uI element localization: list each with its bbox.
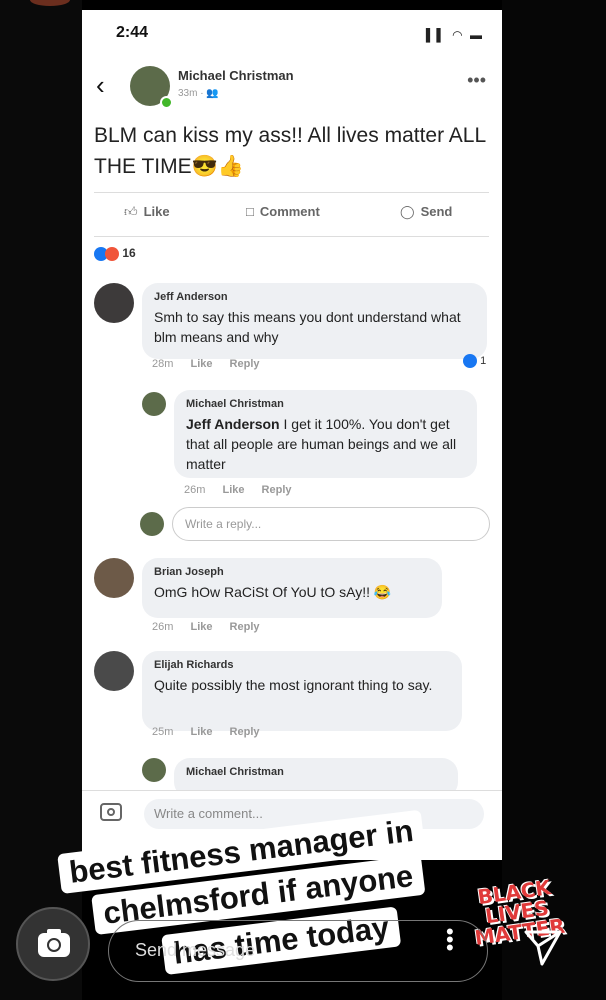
more-options-icon[interactable]: ••• bbox=[446, 921, 454, 959]
post-actions: 👍︎ Like □ Comment ◯ Send bbox=[82, 200, 502, 228]
comment-reply-link[interactable]: Reply bbox=[230, 358, 260, 370]
divider bbox=[94, 236, 489, 237]
send-arrow-icon[interactable] bbox=[522, 926, 564, 968]
comment-reply-link[interactable]: Reply bbox=[230, 621, 260, 633]
commenter-name[interactable]: Michael Christman bbox=[186, 766, 446, 778]
more-options-icon[interactable]: ••• bbox=[467, 70, 486, 91]
send-label: Send bbox=[420, 204, 453, 219]
mention-link[interactable]: Jeff Anderson bbox=[186, 416, 280, 432]
comment-like-link[interactable]: Like bbox=[190, 358, 212, 370]
thumbs-up-icon: 👍︎ bbox=[124, 204, 138, 219]
commenter-avatar[interactable] bbox=[94, 651, 134, 691]
comment-meta: 26m Like Reply bbox=[184, 484, 306, 496]
commenter-avatar[interactable] bbox=[94, 558, 134, 598]
comment-text: Quite possibly the most ignorant thing t… bbox=[154, 677, 433, 693]
comment-meta: 28m Like Reply bbox=[152, 358, 274, 370]
commenter-name[interactable]: Michael Christman bbox=[186, 398, 465, 410]
back-chevron-icon[interactable]: ‹ bbox=[96, 70, 105, 101]
post-header: ‹ Michael Christman 33m · 👥 ••• bbox=[82, 62, 502, 118]
like-label: Like bbox=[143, 204, 170, 219]
story-background-right bbox=[502, 0, 606, 1000]
comment-meta: 25m Like Reply bbox=[152, 726, 274, 738]
comment-like-link[interactable]: Like bbox=[190, 726, 212, 738]
signal-wifi-battery-icon: ▌▌ ◠ ▬ bbox=[425, 28, 484, 42]
comment-reaction-badge[interactable]: 1 bbox=[463, 354, 486, 368]
comment-time: 26m bbox=[184, 484, 206, 496]
send-message-input[interactable]: Send message bbox=[108, 920, 488, 982]
commenter-name[interactable]: Brian Joseph bbox=[154, 566, 430, 578]
like-reaction-icon bbox=[463, 354, 477, 368]
comment-text: Smh to say this means you dont understan… bbox=[154, 309, 461, 345]
commenter-avatar[interactable] bbox=[142, 392, 166, 416]
comment-meta: 26m Like Reply bbox=[152, 621, 274, 633]
commenter-name[interactable]: Jeff Anderson bbox=[154, 291, 475, 303]
like-button[interactable]: 👍︎ Like bbox=[124, 204, 170, 220]
facebook-screenshot: 2:44 ▌▌ ◠ ▬ ‹ Michael Christman 33m · 👥 … bbox=[82, 10, 502, 860]
send-button[interactable]: ◯ Send bbox=[400, 204, 452, 220]
commenter-avatar[interactable] bbox=[142, 758, 166, 782]
comment-time: 28m bbox=[152, 358, 174, 370]
comment-bubble: Jeff Anderson Smh to say this means you … bbox=[142, 283, 487, 359]
status-time: 2:44 bbox=[116, 24, 149, 41]
comment-like-link[interactable]: Like bbox=[222, 484, 244, 496]
comment-like-link[interactable]: Like bbox=[190, 621, 212, 633]
status-bar: 2:44 ▌▌ ◠ ▬ bbox=[82, 10, 502, 58]
camera-icon[interactable] bbox=[100, 803, 122, 821]
comment-text: Jeff Anderson I get it 100%. You don't g… bbox=[186, 414, 465, 474]
comment-reaction-count: 1 bbox=[480, 354, 487, 367]
post-text: BLM can kiss my ass!! All lives matter A… bbox=[94, 124, 486, 178]
reaction-summary[interactable]: 16 bbox=[94, 246, 136, 261]
online-status-icon bbox=[160, 96, 173, 109]
comment-time: 26m bbox=[152, 621, 174, 633]
messenger-icon: ◯ bbox=[400, 204, 415, 219]
comment-time: 25m bbox=[152, 726, 174, 738]
comment-icon: □ bbox=[246, 204, 254, 219]
send-message-placeholder: Send message bbox=[135, 940, 256, 960]
comment-input[interactable]: Write a comment... bbox=[144, 799, 484, 829]
divider bbox=[94, 192, 489, 193]
comment-text: OmG hOw RaCiSt Of YoU tO sAy!! 😂 bbox=[154, 584, 392, 600]
camera-button[interactable] bbox=[16, 907, 90, 981]
comment-bubble: Brian Joseph OmG hOw RaCiSt Of YoU tO sA… bbox=[142, 558, 442, 618]
comment-reply-link[interactable]: Reply bbox=[262, 484, 292, 496]
reply-bubble: Michael Christman Jeff Anderson I get it… bbox=[174, 390, 477, 478]
reaction-count: 16 bbox=[122, 246, 136, 260]
comment-bubble: Elijah Richards Quite possibly the most … bbox=[142, 651, 462, 731]
instagram-reply-bar: Send message • • • bbox=[0, 890, 606, 1000]
comment-reply-link[interactable]: Reply bbox=[230, 726, 260, 738]
comment-button[interactable]: □ Comment bbox=[246, 204, 320, 219]
comment-bar: Write a comment... bbox=[82, 790, 502, 841]
commenter-avatar[interactable] bbox=[94, 283, 134, 323]
story-background-left bbox=[0, 0, 82, 1000]
commenter-name[interactable]: Elijah Richards bbox=[154, 659, 450, 671]
comment-label: Comment bbox=[259, 204, 320, 219]
poster-name[interactable]: Michael Christman bbox=[178, 68, 294, 83]
angry-reaction-icon bbox=[105, 246, 119, 261]
reply-placeholder: Write a reply... bbox=[185, 517, 262, 531]
user-avatar bbox=[140, 512, 164, 536]
camera-icon bbox=[38, 929, 70, 957]
post-meta: 33m · 👥 bbox=[178, 88, 219, 99]
reply-input[interactable]: Write a reply... bbox=[172, 507, 490, 541]
comment-placeholder: Write a comment... bbox=[154, 806, 263, 821]
